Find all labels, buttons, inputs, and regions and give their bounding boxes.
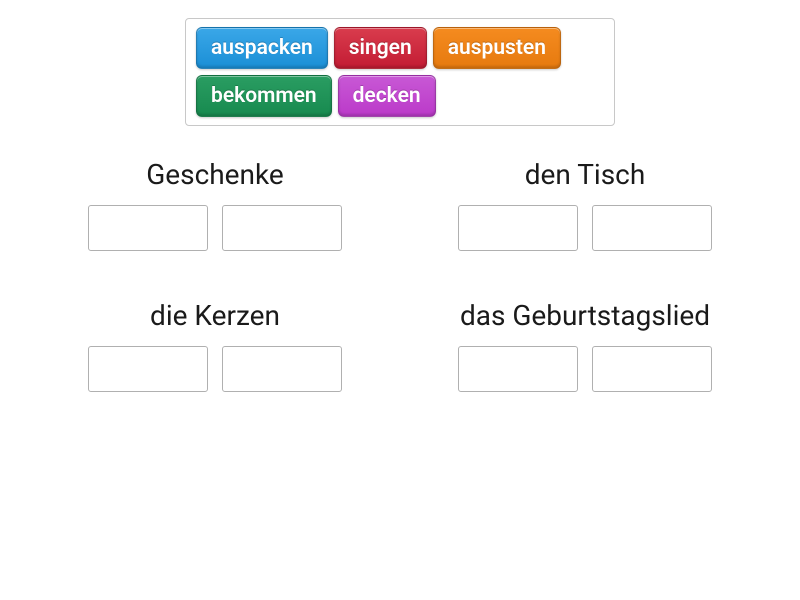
- drop-row: [88, 205, 342, 251]
- drop-slot[interactable]: [458, 346, 578, 392]
- tile-singen[interactable]: singen: [334, 27, 427, 69]
- category-den-tisch: den Tisch: [420, 158, 750, 251]
- category-label: Geschenke: [146, 158, 284, 191]
- category-label: die Kerzen: [150, 299, 280, 332]
- category-label: den Tisch: [525, 158, 646, 191]
- category-label: das Geburtstagslied: [460, 299, 710, 332]
- categories-grid: Geschenke den Tisch die Kerzen das Gebur…: [50, 158, 750, 392]
- drop-slot[interactable]: [88, 346, 208, 392]
- drop-row: [88, 346, 342, 392]
- tile-bekommen[interactable]: bekommen: [196, 75, 332, 117]
- drop-slot[interactable]: [222, 346, 342, 392]
- word-bank: auspacken singen auspusten bekommen deck…: [185, 18, 615, 126]
- drop-slot[interactable]: [222, 205, 342, 251]
- drop-slot[interactable]: [592, 346, 712, 392]
- tile-auspacken[interactable]: auspacken: [196, 27, 328, 69]
- drop-slot[interactable]: [88, 205, 208, 251]
- tile-decken[interactable]: decken: [338, 75, 436, 117]
- category-die-kerzen: die Kerzen: [50, 299, 380, 392]
- category-das-geburtstagslied: das Geburtstagslied: [420, 299, 750, 392]
- drop-slot[interactable]: [592, 205, 712, 251]
- drop-row: [458, 205, 712, 251]
- drop-slot[interactable]: [458, 205, 578, 251]
- tile-auspusten[interactable]: auspusten: [433, 27, 561, 69]
- category-geschenke: Geschenke: [50, 158, 380, 251]
- drop-row: [458, 346, 712, 392]
